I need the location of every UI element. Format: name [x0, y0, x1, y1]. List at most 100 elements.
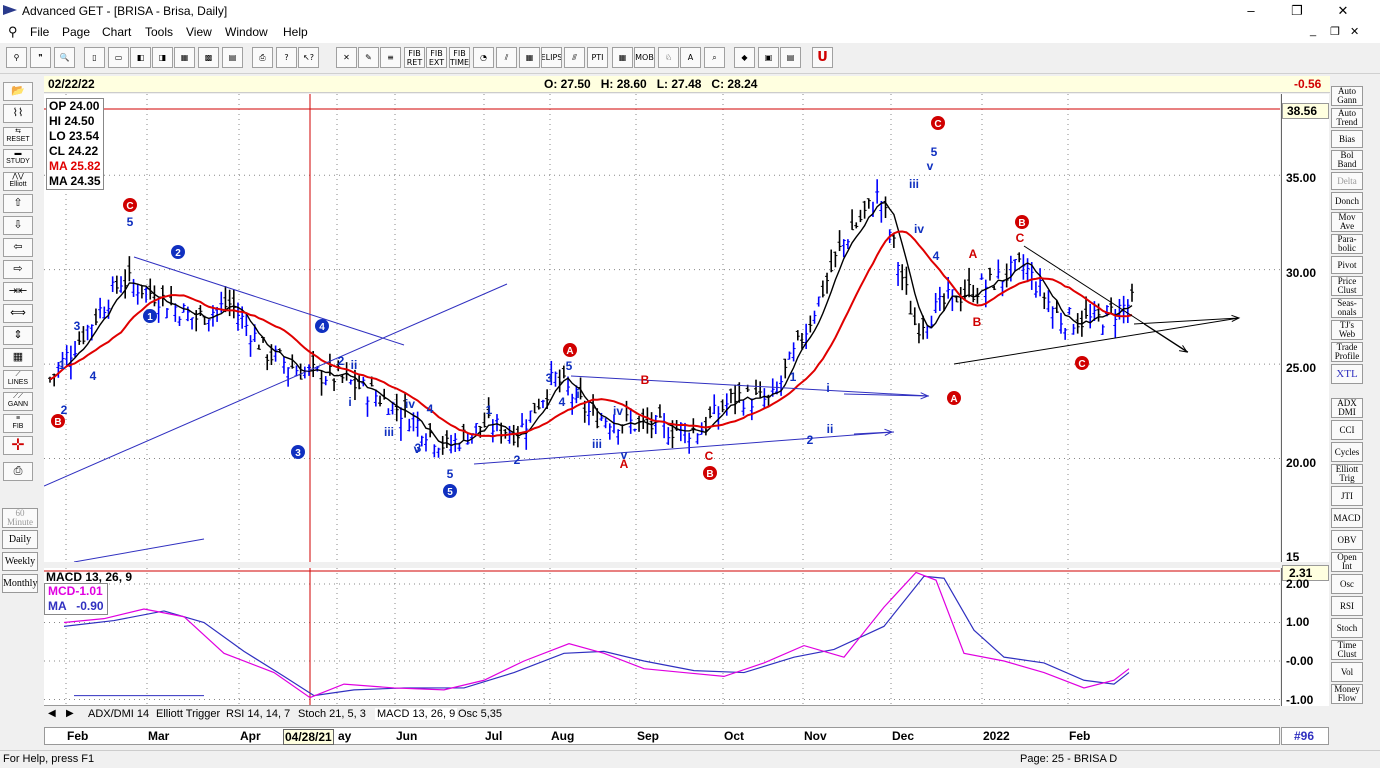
layout-icon[interactable]: ▤: [222, 47, 243, 68]
quote-tool-icon[interactable]: ❞: [30, 47, 51, 68]
tab-osc[interactable]: Osc 5,35: [458, 708, 502, 720]
arrow-up-icon[interactable]: ⇧: [3, 194, 33, 213]
tool-obv[interactable]: OBV: [1331, 530, 1363, 550]
tool-delta[interactable]: Delta: [1331, 172, 1363, 190]
tool-bol-band[interactable]: Bol Band: [1331, 150, 1363, 170]
compress-icon[interactable]: ⇥⇤: [3, 282, 33, 301]
ellipse-button[interactable]: ELIPS: [541, 47, 562, 68]
expert-icon[interactable]: ♘: [658, 47, 679, 68]
tool-auto-gann[interactable]: Auto Gann: [1331, 86, 1363, 106]
elliott-button[interactable]: ⋀⋁ Elliott: [3, 172, 33, 191]
tab-scroll-right[interactable]: ▶: [66, 708, 74, 719]
crosshair-icon[interactable]: ✕: [336, 47, 357, 68]
scanner-icon[interactable]: ▣: [758, 47, 779, 68]
tab-elliott-trigger[interactable]: Elliott Trigger: [156, 708, 220, 720]
tool-cci[interactable]: CCI: [1331, 420, 1363, 440]
properties-icon[interactable]: ▤: [780, 47, 801, 68]
print-icon[interactable]: ⎙: [252, 47, 273, 68]
text-tool-icon[interactable]: A: [680, 47, 701, 68]
fib-ext-button[interactable]: FIB EXT: [426, 47, 447, 68]
open-chart-icon[interactable]: ▭: [108, 47, 129, 68]
scale-icon[interactable]: ⇕: [3, 326, 33, 345]
magnify-icon[interactable]: ⌕: [704, 47, 725, 68]
fib-ret-button[interactable]: FIB RET: [404, 47, 425, 68]
tool-cycles[interactable]: Cycles: [1331, 442, 1363, 462]
macd-scale[interactable]: 2.31 2.00 1.00 -0.00 -1.00: [1281, 565, 1329, 707]
crosshair-icon[interactable]: ✛: [3, 436, 33, 455]
arrow-left-icon[interactable]: ⇦: [3, 238, 33, 257]
doc-icon[interactable]: ⚲: [8, 24, 18, 40]
tool-donch[interactable]: Donch: [1331, 192, 1363, 210]
tool-osc[interactable]: Osc: [1331, 574, 1363, 594]
arrow-down-icon[interactable]: ⇩: [3, 216, 33, 235]
timeframe-weekly[interactable]: Weekly: [2, 552, 38, 571]
tool-money-flow[interactable]: Money Flow: [1331, 684, 1363, 704]
new-page-icon[interactable]: ▯: [84, 47, 105, 68]
tab-stoch[interactable]: Stoch 21, 5, 3: [298, 708, 366, 720]
gann-button[interactable]: ⟋⟋ GANN: [3, 392, 33, 411]
price-scale[interactable]: 38.56 35.00 30.00 25.00 20.00 15: [1281, 94, 1329, 564]
pti-button[interactable]: PTI: [587, 47, 608, 68]
tool-elliott-trig[interactable]: Elliott Trig: [1331, 464, 1363, 484]
tool-vol[interactable]: Vol: [1331, 662, 1363, 682]
trendline-icon[interactable]: ≡: [380, 47, 401, 68]
timeframe-monthly[interactable]: Monthly: [2, 574, 38, 593]
chart-left-icon[interactable]: ◧: [130, 47, 151, 68]
tool-open-int[interactable]: Open Int: [1331, 552, 1363, 572]
reset-button[interactable]: ⇆ RESET: [3, 127, 33, 146]
menu-help[interactable]: Help: [283, 25, 308, 39]
zoom-tool-icon[interactable]: 🔍: [54, 47, 75, 68]
tool-jti[interactable]: JTI: [1331, 486, 1363, 506]
tool-mov-ave[interactable]: Mov Ave: [1331, 212, 1363, 232]
lines-button[interactable]: ⟋ LINES: [3, 370, 33, 389]
tool-bias[interactable]: Bias: [1331, 130, 1363, 148]
fib-fan-icon[interactable]: ◔: [473, 47, 494, 68]
grid-toggle-icon[interactable]: ▦: [3, 348, 33, 367]
tool-tj-s-web[interactable]: TJ's Web: [1331, 320, 1363, 340]
pattern-icon[interactable]: ⌇⌇: [3, 104, 33, 123]
chart-right-icon[interactable]: ◨: [152, 47, 173, 68]
menu-tools[interactable]: Tools: [145, 25, 173, 39]
arrow-right-icon[interactable]: ⇨: [3, 260, 33, 279]
mdi-close-button[interactable]: ✕: [1350, 25, 1359, 38]
pencil-icon[interactable]: ✎: [358, 47, 379, 68]
eraser-icon[interactable]: ◆: [734, 47, 755, 68]
tool-trade-profile[interactable]: Trade Profile: [1331, 342, 1363, 362]
tool-para-bolic[interactable]: Para-bolic: [1331, 234, 1363, 254]
open-folder-icon[interactable]: 📂: [3, 82, 33, 101]
tool-pivot[interactable]: Pivot: [1331, 256, 1363, 274]
study-button[interactable]: ▬ STUDY: [3, 149, 33, 168]
mdi-minimize-button[interactable]: _: [1310, 25, 1316, 37]
fib-button[interactable]: ≡ FIB: [3, 414, 33, 433]
menu-chart[interactable]: Chart: [102, 25, 131, 39]
tool-time-clust[interactable]: Time Clust: [1331, 640, 1363, 660]
close-button[interactable]: ✕: [1320, 0, 1366, 22]
channel-icon[interactable]: ⫻: [564, 47, 585, 68]
macd-panel[interactable]: MACD 13, 26, 9 MCD-1.01 MA -0.90: [44, 568, 1280, 706]
help-icon[interactable]: ?: [276, 47, 297, 68]
grid-icon[interactable]: ▩: [198, 47, 219, 68]
pointer-tool-icon[interactable]: ⚲: [6, 47, 27, 68]
square-icon[interactable]: ▦: [519, 47, 540, 68]
update-icon[interactable]: U: [812, 47, 833, 68]
timeframe-daily[interactable]: Daily: [2, 530, 38, 549]
context-help-icon[interactable]: ↖?: [298, 47, 319, 68]
template-icon[interactable]: ▦: [174, 47, 195, 68]
tool-stoch[interactable]: Stoch: [1331, 618, 1363, 638]
expand-icon[interactable]: ⟺: [3, 304, 33, 323]
tool-macd[interactable]: MACD: [1331, 508, 1363, 528]
menu-page[interactable]: Page: [62, 25, 90, 39]
tab-macd[interactable]: MACD 13, 26, 9: [375, 708, 458, 720]
tab-adx-dmi[interactable]: ADX/DMI 14: [88, 708, 149, 720]
tool-rsi[interactable]: RSI: [1331, 596, 1363, 616]
restore-button[interactable]: ❐: [1274, 0, 1320, 22]
table-icon[interactable]: ▦: [612, 47, 633, 68]
tool-xtl[interactable]: XTL: [1331, 364, 1363, 384]
mdi-restore-button[interactable]: ❐: [1330, 25, 1340, 38]
tab-scroll-left[interactable]: ◀: [48, 708, 56, 719]
mob-button[interactable]: MOB: [634, 47, 655, 68]
menu-file[interactable]: File: [30, 25, 49, 39]
menu-view[interactable]: View: [186, 25, 212, 39]
timeframe-60-minute[interactable]: 60 Minute: [2, 508, 38, 528]
tool-adx-dmi[interactable]: ADX DMI: [1331, 398, 1363, 418]
